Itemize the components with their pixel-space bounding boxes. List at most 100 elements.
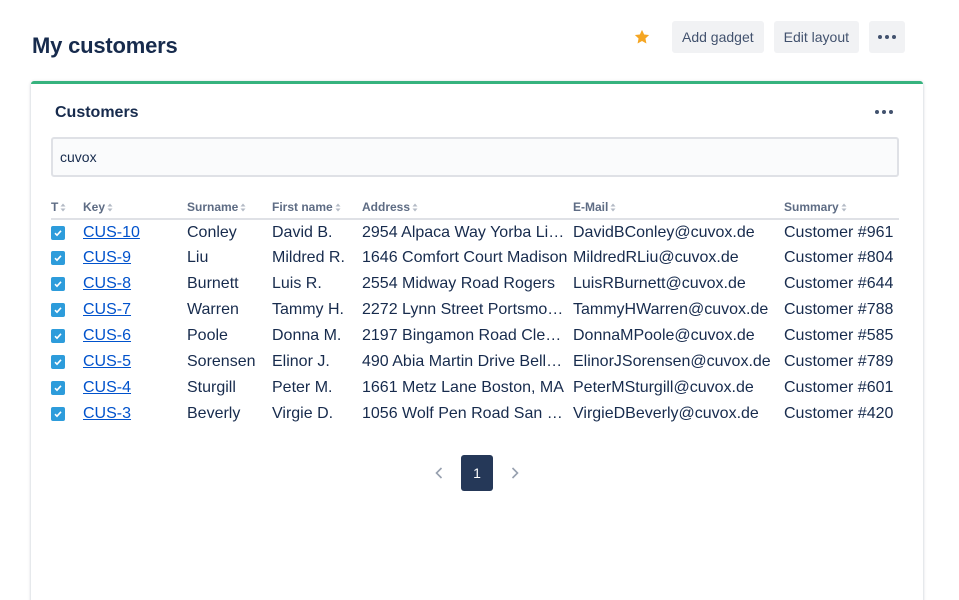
summary-cell: Customer #644 — [784, 275, 894, 292]
surname-cell: Conley — [187, 223, 237, 241]
surname-cell: Warren — [187, 301, 239, 318]
key-cell: CUS-7 — [83, 297, 187, 323]
first-name-cell: Luis R. — [272, 275, 322, 292]
checkbox-icon[interactable] — [51, 355, 65, 369]
surname-cell: Burnett — [187, 275, 239, 292]
type-cell — [51, 401, 83, 427]
customer-key-link[interactable]: CUS-8 — [83, 275, 131, 292]
first-name-cell: Mildred R. — [272, 249, 345, 266]
column-header[interactable]: E-Mail — [573, 197, 784, 220]
more-actions-button[interactable] — [869, 21, 905, 53]
address-cell: 1646 Comfort Court Madison — [362, 249, 568, 266]
column-header-label: T — [51, 200, 59, 215]
page-button-current[interactable]: 1 — [461, 455, 493, 491]
sort-icon — [240, 201, 246, 215]
gadget-title: Customers — [55, 104, 139, 121]
checkbox-icon[interactable] — [51, 329, 65, 343]
email-cell: ElinorJSorensen@cuvox.de — [573, 353, 771, 370]
type-cell — [51, 245, 83, 271]
key-cell: CUS-9 — [83, 245, 187, 271]
add-gadget-button[interactable]: Add gadget — [672, 21, 764, 53]
first-name-cell: Elinor J. — [272, 353, 330, 370]
page-title: My customers — [32, 33, 178, 58]
sort-icon — [610, 201, 616, 215]
checkbox-icon[interactable] — [51, 251, 65, 265]
sort-icon — [335, 201, 341, 215]
summary-cell: Customer #804 — [784, 249, 894, 266]
key-cell: CUS-4 — [83, 375, 187, 401]
summary-cell: Customer #420 — [784, 405, 894, 422]
sort-icon — [60, 201, 66, 215]
table-row: CUS-8 Burnett Luis R. 2554 Midway Road Roge… — [51, 271, 899, 297]
more-horizontal-icon — [878, 35, 896, 39]
first-name-cell: Donna M. — [272, 327, 342, 344]
search-input[interactable] — [51, 137, 899, 177]
type-cell — [51, 271, 83, 297]
column-header[interactable]: Address — [362, 197, 573, 220]
column-header-label: E-Mail — [573, 200, 609, 215]
type-cell — [51, 297, 83, 323]
more-horizontal-icon — [875, 110, 893, 114]
page-toolbar: Add gadget Edit layout — [628, 21, 905, 53]
email-cell: DonnaMPoole@cuvox.de — [573, 327, 755, 344]
first-name-cell: Virgie D. — [272, 405, 334, 422]
column-header[interactable]: Key — [83, 197, 187, 220]
address-cell: 1661 Metz Lane Boston, MA — [362, 379, 564, 396]
email-cell: VirgieDBeverly@cuvox.de — [573, 405, 759, 422]
key-cell: CUS-10 — [83, 219, 187, 245]
table-row: CUS-7 Warren Tammy H. 2272 Lynn Street Port… — [51, 297, 899, 323]
column-header-label: Address — [362, 200, 411, 215]
chevron-right-icon[interactable] — [505, 455, 525, 491]
column-header[interactable]: T — [51, 197, 83, 220]
address-cell: 2197 Bingamon Road Cleveland — [362, 327, 573, 344]
table-header-row: T Key Surname First name Address E-Mail Summar… — [51, 197, 899, 220]
column-header[interactable]: Summary — [784, 197, 899, 220]
address-cell: 2272 Lynn Street Portsmouth — [362, 301, 570, 318]
email-cell: DavidBConley@cuvox.de — [573, 223, 755, 241]
customer-key-link[interactable]: CUS-7 — [83, 301, 131, 318]
address-cell: 490 Abia Martin Drive Bellmore — [362, 353, 573, 370]
customer-key-link[interactable]: CUS-9 — [83, 249, 131, 266]
summary-cell: Customer #961 — [784, 223, 894, 241]
table-row: CUS-5 Sorensen Elinor J. 490 Abia Martin Dr… — [51, 349, 899, 375]
sort-icon — [841, 201, 847, 215]
checkbox-icon[interactable] — [51, 225, 65, 240]
table-row: CUS-9 Liu Mildred R. 1646 Comfort Court Mad… — [51, 245, 899, 271]
column-header[interactable]: Surname — [187, 197, 272, 220]
sort-icon — [107, 201, 113, 215]
column-header-label: Surname — [187, 200, 239, 215]
chevron-left-icon[interactable] — [429, 455, 449, 491]
customer-key-link[interactable]: CUS-5 — [83, 353, 131, 370]
summary-cell: Customer #789 — [784, 353, 894, 370]
customer-key-link[interactable]: CUS-3 — [83, 405, 131, 422]
gadget-more-button[interactable] — [875, 110, 893, 114]
column-header-label: First name — [272, 200, 333, 215]
table-row: CUS-4 Sturgill Peter M. 1661 Metz Lane Bost… — [51, 375, 899, 401]
star-icon[interactable] — [628, 21, 656, 53]
customers-table: T Key Surname First name Address E-Mail Summar… — [51, 197, 899, 427]
type-cell — [51, 349, 83, 375]
checkbox-icon[interactable] — [51, 407, 65, 421]
checkbox-icon[interactable] — [51, 277, 65, 291]
surname-cell: Beverly — [187, 405, 241, 422]
customer-key-link[interactable]: CUS-4 — [83, 379, 131, 396]
customer-key-link[interactable]: CUS-10 — [83, 224, 140, 241]
checkbox-icon[interactable] — [51, 381, 65, 395]
email-cell: PeterMSturgill@cuvox.de — [573, 379, 754, 396]
checkbox-icon[interactable] — [51, 303, 65, 317]
key-cell: CUS-6 — [83, 323, 187, 349]
first-name-cell: David B. — [272, 223, 333, 241]
column-header-label: Summary — [784, 200, 839, 215]
surname-cell: Sturgill — [187, 379, 236, 396]
type-cell — [51, 375, 83, 401]
table-body: CUS-10 Conley David B. 2954 Alpaca Way Yorb… — [51, 219, 899, 427]
summary-cell: Customer #585 — [784, 327, 894, 344]
edit-layout-button[interactable]: Edit layout — [773, 21, 859, 53]
customers-gadget: Customers T Key Surname First name Address E-… — [31, 81, 923, 600]
customer-key-link[interactable]: CUS-6 — [83, 327, 131, 344]
column-header-label: Key — [83, 200, 106, 215]
column-header[interactable]: First name — [272, 197, 362, 220]
key-cell: CUS-3 — [83, 401, 187, 427]
table-row: CUS-6 Poole Donna M. 2197 Bingamon Road Cle… — [51, 323, 899, 349]
surname-cell: Poole — [187, 327, 228, 344]
